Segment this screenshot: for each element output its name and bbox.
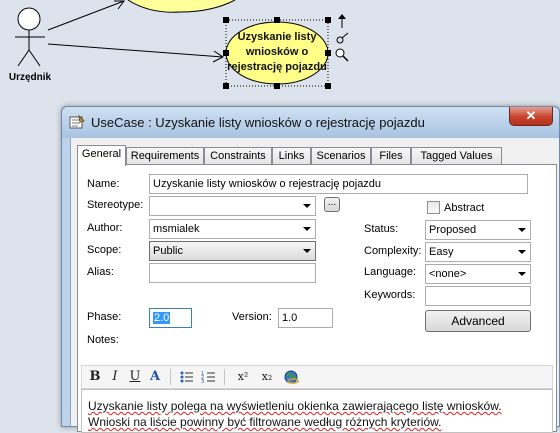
usecase-partial-ellipse[interactable] xyxy=(127,0,236,13)
language-value: <none> xyxy=(429,268,467,280)
hyperlink-globe-icon[interactable] xyxy=(282,368,300,386)
usecase-label: Uzyskanie listy wniosków o rejestrację p… xyxy=(227,31,327,73)
toolbar-separator xyxy=(170,369,171,385)
keywords-label: Keywords: xyxy=(364,289,416,301)
underline-button[interactable]: U xyxy=(126,368,144,386)
quicklink-arrow-icon[interactable] xyxy=(338,14,346,28)
author-label: Author: xyxy=(87,222,123,234)
tab-scenarios[interactable]: Scenarios xyxy=(311,147,371,165)
status-select[interactable]: Proposed xyxy=(425,220,531,240)
status-value: Proposed xyxy=(429,224,477,236)
chevron-down-icon xyxy=(518,228,526,232)
italic-button[interactable]: I xyxy=(106,368,124,386)
dialog-title: UseCase : Uzyskanie listy wniosków o rej… xyxy=(91,115,425,130)
abstract-checkbox[interactable] xyxy=(427,201,440,214)
scope-label: Scope: xyxy=(87,244,122,256)
tab-files[interactable]: Files xyxy=(371,147,411,165)
general-tab-page: Name: Uzyskanie listy wniosków o rejestr… xyxy=(77,164,557,433)
numbered-list-icon[interactable]: 1 2 3 xyxy=(200,368,218,386)
toolbar-separator xyxy=(224,369,225,385)
stereotype-browse-button[interactable]: ... xyxy=(324,197,340,212)
tab-links[interactable]: Links xyxy=(272,147,311,165)
magnifier-icon[interactable] xyxy=(335,48,349,62)
superscript-button[interactable]: x² xyxy=(232,368,254,386)
usecase-properties-dialog: UseCase : Uzyskanie listy wniosków o rej… xyxy=(61,106,560,433)
association-arrowhead-top xyxy=(114,0,125,10)
chevron-down-icon xyxy=(518,250,526,254)
tab-constraints[interactable]: Constraints xyxy=(204,147,272,165)
bullet-list-icon[interactable] xyxy=(178,368,196,386)
phase-label: Phase: xyxy=(87,311,122,323)
chevron-down-icon xyxy=(303,249,311,253)
status-label: Status: xyxy=(364,223,399,235)
notes-label: Notes: xyxy=(87,334,119,346)
phase-input[interactable]: 2.0 xyxy=(149,308,192,328)
complexity-label: Complexity: xyxy=(364,245,422,257)
keywords-input[interactable] xyxy=(425,286,531,306)
language-label: Language: xyxy=(364,266,416,278)
tab-requirements[interactable]: Requirements xyxy=(126,147,204,165)
notes-text: Uzyskanie listy polega na wyświetleniu o… xyxy=(88,399,502,429)
complexity-value: Easy xyxy=(429,246,454,258)
chevron-down-icon xyxy=(303,204,311,208)
scope-select[interactable]: Public xyxy=(149,241,316,261)
quicklink-link-icon[interactable] xyxy=(336,32,349,44)
complexity-select[interactable]: Easy xyxy=(425,242,531,262)
tab-tagged-values[interactable]: Tagged Values xyxy=(411,147,502,165)
alias-label: Alias: xyxy=(87,266,114,278)
name-label: Name: xyxy=(87,178,120,190)
close-button[interactable]: ✕ xyxy=(509,107,553,126)
bold-button[interactable]: B xyxy=(86,368,104,386)
actor-label: Urzędnik xyxy=(8,72,52,83)
notes-editor[interactable]: Uzyskanie listy polega na wyświetleniu o… xyxy=(81,389,553,433)
alias-input[interactable] xyxy=(149,263,316,283)
association-line[interactable] xyxy=(47,43,224,58)
version-input[interactable]: 1.0 xyxy=(278,308,333,328)
title-bar[interactable]: UseCase : Uzyskanie listy wniosków o rej… xyxy=(62,107,559,138)
author-select[interactable]: msmialek xyxy=(149,219,316,239)
stereotype-label: Stereotype: xyxy=(87,199,144,211)
svg-text:3: 3 xyxy=(201,379,204,385)
notes-toolbar: B I U A 1 2 3 x² x₂ xyxy=(81,365,553,389)
advanced-button[interactable]: Advanced xyxy=(425,310,531,332)
abstract-label: Abstract xyxy=(444,202,485,214)
chevron-down-icon xyxy=(303,227,311,231)
stereotype-select[interactable] xyxy=(149,196,316,216)
chevron-down-icon xyxy=(518,272,526,276)
author-value: msmialek xyxy=(153,223,200,235)
actor-figure[interactable] xyxy=(15,7,45,67)
usecase-window-icon xyxy=(69,115,85,129)
association-line-top[interactable] xyxy=(47,0,125,31)
language-select[interactable]: <none> xyxy=(425,264,531,284)
version-label: Version: xyxy=(232,311,272,323)
name-input[interactable]: Uzyskanie listy wniosków o rejestrację p… xyxy=(149,174,528,194)
phase-value: 2.0 xyxy=(153,312,171,324)
scope-value: Public xyxy=(153,245,183,257)
subscript-button[interactable]: x₂ xyxy=(256,368,278,386)
font-color-button[interactable]: A xyxy=(146,368,164,386)
tab-general[interactable]: General xyxy=(77,145,126,166)
dialog-client-area: General Requirements Constraints Links S… xyxy=(70,138,559,433)
